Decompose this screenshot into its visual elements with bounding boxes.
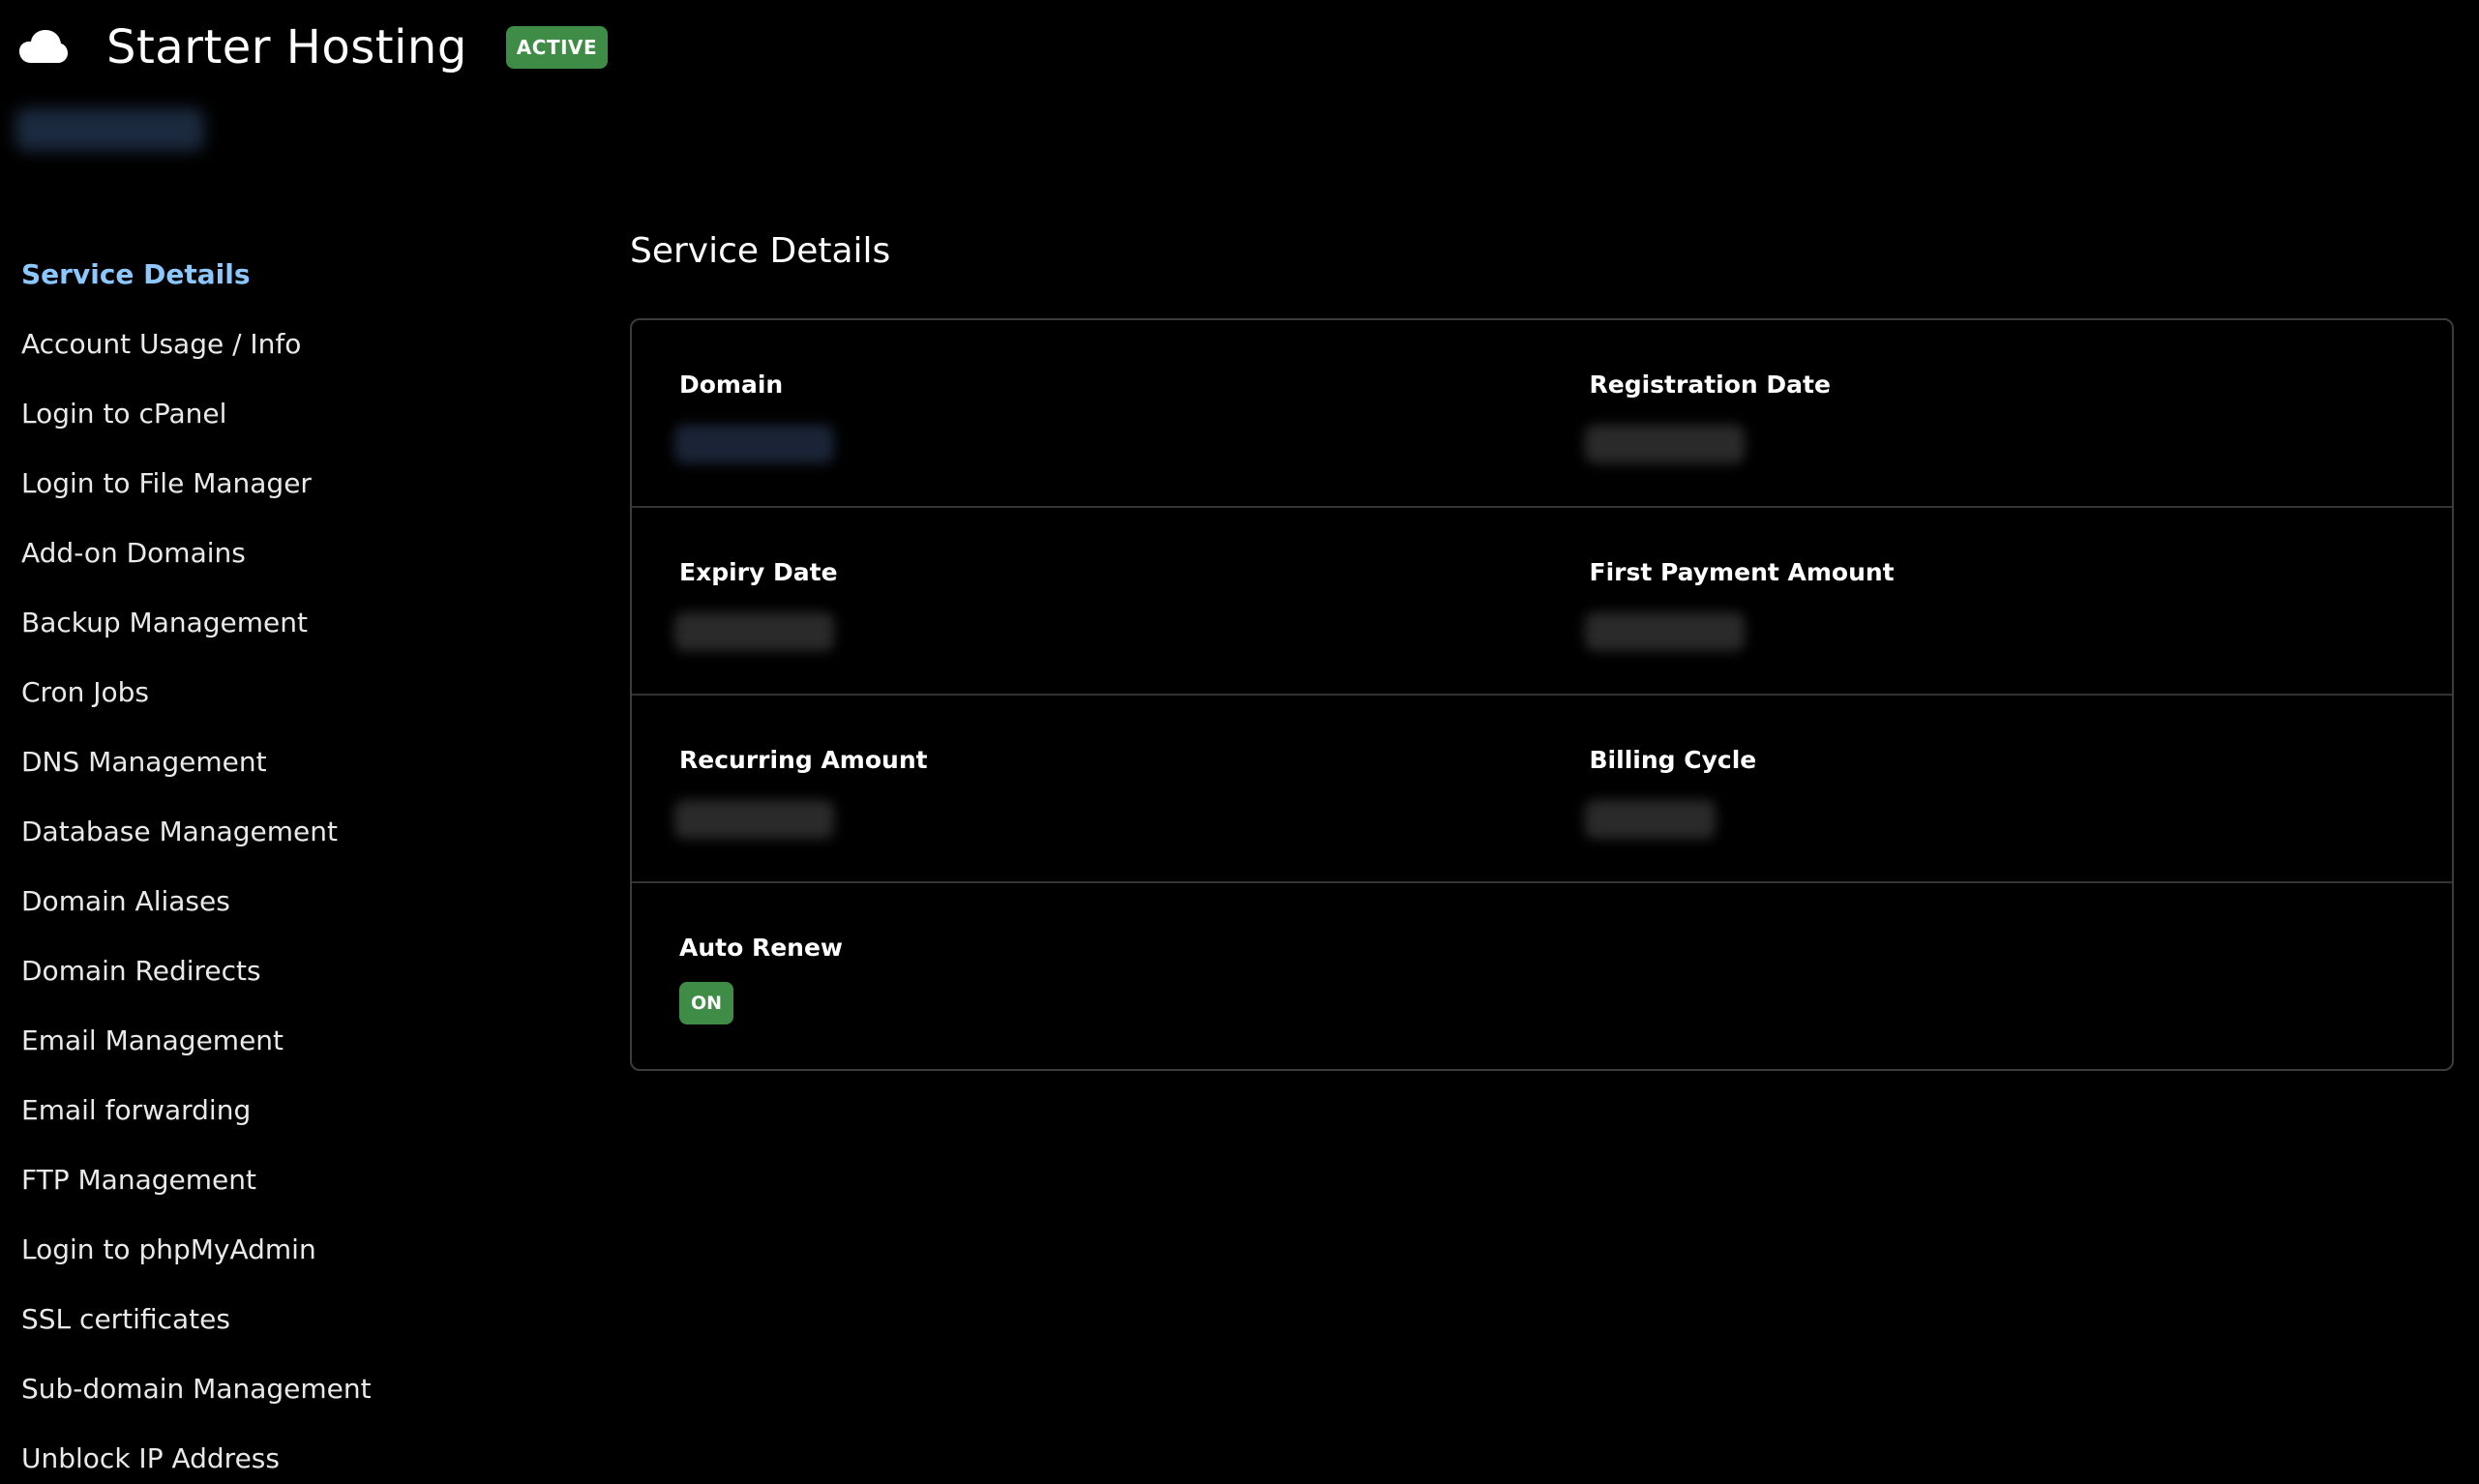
redacted-account-info	[15, 108, 204, 151]
expiry-date-cell: Expiry Date	[632, 508, 1542, 694]
auto-renew-label: Auto Renew	[679, 934, 844, 962]
detail-row: Auto Renew ON	[632, 883, 2452, 1069]
billing-cycle-value-redacted	[1584, 800, 1716, 839]
sidebar-item-domain-aliases[interactable]: Domain Aliases	[21, 866, 563, 935]
detail-row: Expiry Date First Payment Amount	[632, 508, 2452, 696]
sidebar-item-ssl-certificates[interactable]: SSL certificates	[21, 1284, 563, 1353]
sidebar-item-backup-management[interactable]: Backup Management	[21, 587, 563, 657]
sidebar-item-email-forwarding[interactable]: Email forwarding	[21, 1075, 563, 1144]
sidebar-item-cron-jobs[interactable]: Cron Jobs	[21, 657, 563, 727]
recurring-amount-label: Recurring Amount	[679, 746, 928, 774]
first-payment-cell: First Payment Amount	[1542, 508, 2453, 694]
domain-value-redacted	[674, 425, 834, 463]
sidebar-item-login-phpmyadmin[interactable]: Login to phpMyAdmin	[21, 1214, 563, 1284]
registration-date-cell: Registration Date	[1542, 320, 2453, 506]
domain-cell: Domain	[632, 320, 1542, 506]
detail-row: Domain Registration Date	[632, 320, 2452, 508]
billing-cycle-label: Billing Cycle	[1589, 746, 1757, 774]
sidebar-item-login-file-manager[interactable]: Login to File Manager	[21, 448, 563, 518]
section-title: Service Details	[630, 231, 891, 271]
sidebar-item-login-cpanel[interactable]: Login to cPanel	[21, 378, 563, 448]
detail-row: Recurring Amount Billing Cycle	[632, 696, 2452, 883]
cloud-icon	[19, 30, 68, 65]
sidebar-item-ftp-management[interactable]: FTP Management	[21, 1144, 563, 1214]
auto-renew-badge: ON	[679, 982, 734, 1024]
sidebar-item-unblock-ip[interactable]: Unblock IP Address	[21, 1423, 563, 1484]
registration-date-value-redacted	[1584, 425, 1745, 463]
domain-label: Domain	[679, 371, 784, 399]
recurring-amount-value-redacted	[674, 800, 834, 839]
sidebar-item-dns-management[interactable]: DNS Management	[21, 727, 563, 796]
sidebar-item-account-usage[interactable]: Account Usage / Info	[21, 309, 563, 378]
auto-renew-cell: Auto Renew ON	[632, 883, 1543, 1069]
registration-date-label: Registration Date	[1589, 371, 1831, 399]
sidebar-nav: Service Details Account Usage / Info Log…	[21, 239, 563, 1484]
sidebar-item-database-management[interactable]: Database Management	[21, 796, 563, 866]
expiry-date-value-redacted	[674, 612, 834, 651]
sidebar-item-subdomain-management[interactable]: Sub-domain Management	[21, 1353, 563, 1423]
page-title: Starter Hosting	[106, 20, 467, 74]
billing-cycle-cell: Billing Cycle	[1542, 696, 2453, 881]
sidebar-item-addon-domains[interactable]: Add-on Domains	[21, 518, 563, 587]
sidebar-item-domain-redirects[interactable]: Domain Redirects	[21, 935, 563, 1005]
status-badge: ACTIVE	[505, 26, 609, 69]
first-payment-label: First Payment Amount	[1589, 558, 1895, 586]
expiry-date-label: Expiry Date	[679, 558, 838, 586]
first-payment-value-redacted	[1584, 612, 1745, 651]
recurring-amount-cell: Recurring Amount	[632, 696, 1542, 881]
service-details-card: Domain Registration Date Expiry Date Fir…	[630, 318, 2454, 1071]
sidebar-item-email-management[interactable]: Email Management	[21, 1005, 563, 1075]
sidebar-item-service-details[interactable]: Service Details	[21, 239, 563, 309]
page-header: Starter Hosting ACTIVE	[19, 17, 609, 77]
